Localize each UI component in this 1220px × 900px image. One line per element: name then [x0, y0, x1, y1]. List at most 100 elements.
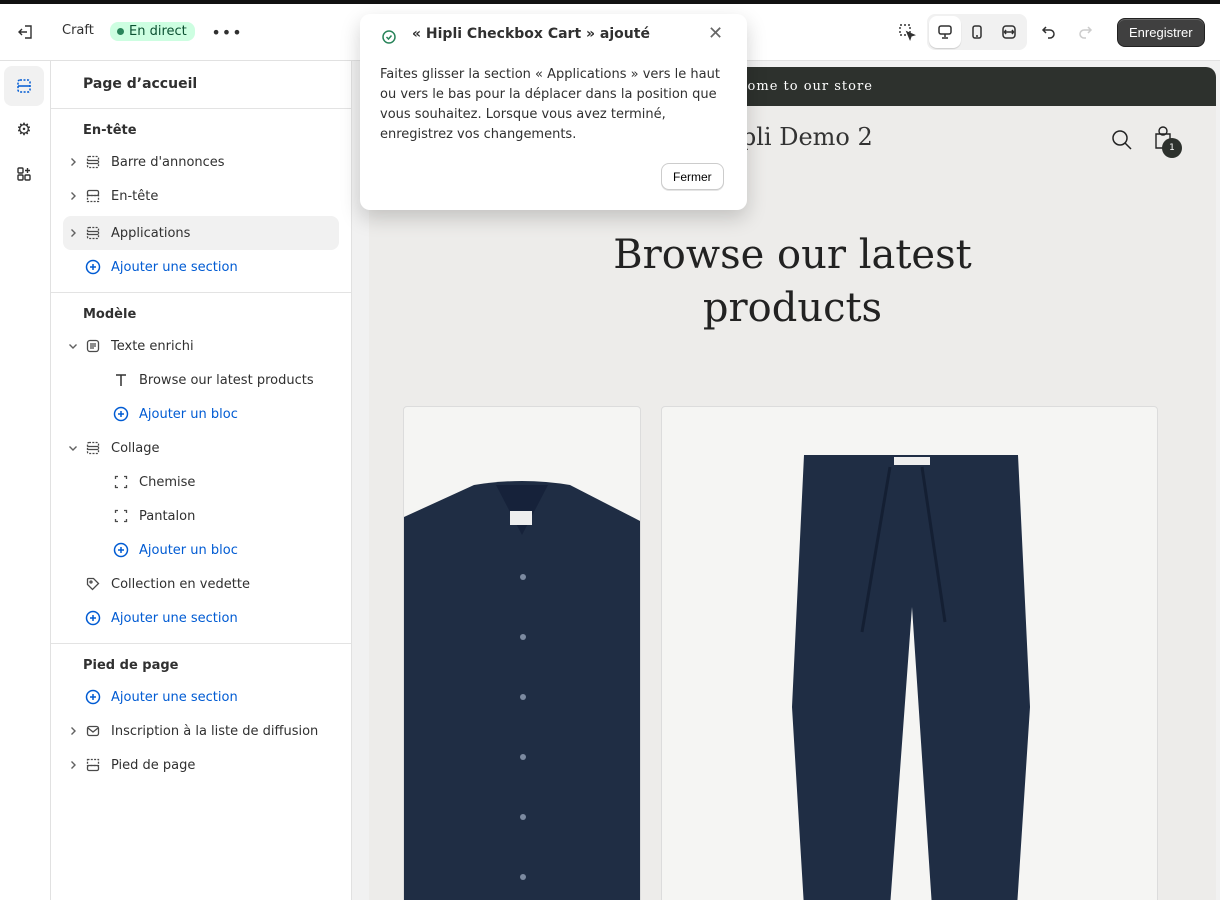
sidebar-item[interactable]: Barre d'annonces [63, 145, 339, 179]
sidebar-item[interactable]: Inscription à la liste de diffusion [63, 714, 339, 748]
redo-button[interactable] [1069, 16, 1101, 48]
toast-title: « Hipli Checkbox Cart » ajouté [412, 26, 650, 42]
chevron-down-icon[interactable] [63, 443, 83, 453]
save-button[interactable]: Enregistrer [1117, 18, 1205, 47]
group-heading: Modèle [83, 307, 137, 322]
chevron-right-icon[interactable] [63, 191, 83, 201]
group-heading: Pied de page [83, 658, 179, 673]
desktop-icon [938, 25, 952, 39]
plus-circle-icon [83, 689, 111, 705]
cart-count: 1 [1162, 138, 1182, 158]
sidebar-item-label: Barre d'annonces [111, 154, 225, 170]
toast-message: Faites glisser la section « Applications… [380, 67, 720, 142]
add-item-button[interactable]: Ajouter un bloc [63, 397, 339, 431]
section-heading[interactable]: Browse our latest products [369, 229, 1216, 335]
status-text: En direct [129, 24, 187, 39]
section-icon [83, 154, 111, 170]
sidebar-item-label: Pied de page [111, 757, 196, 773]
product-card-pants[interactable] [661, 406, 1158, 900]
fullwidth-view-button[interactable] [993, 16, 1025, 48]
divider [51, 643, 351, 644]
desktop-view-button[interactable] [929, 16, 961, 48]
divider [51, 108, 351, 109]
plus-circle-icon [83, 259, 111, 275]
rail-apps-button[interactable] [4, 154, 44, 194]
product-card-shirt[interactable] [403, 406, 641, 900]
block-icon [111, 474, 139, 490]
section-icon [83, 440, 111, 456]
check-circle-icon [382, 30, 396, 44]
exit-icon [18, 25, 32, 39]
sidebar-item[interactable]: Collection en vedette [63, 567, 339, 601]
sidebar-item[interactable]: Browse our latest products [63, 363, 339, 397]
sidebar-item-label: Ajouter une section [111, 689, 238, 705]
inspector-button[interactable] [891, 16, 923, 48]
shirt-image [404, 481, 640, 900]
sidebar-item[interactable]: Applications [63, 216, 339, 250]
sidebar-item-label: Inscription à la liste de diffusion [111, 723, 319, 739]
exit-button[interactable] [10, 16, 42, 48]
more-actions-button[interactable]: ••• [211, 16, 243, 48]
app-added-toast: « Hipli Checkbox Cart » ajouté ✕ Faites … [360, 14, 747, 210]
sidebar-item-label: Chemise [139, 474, 196, 490]
text-icon [111, 372, 139, 388]
chevron-down-icon[interactable] [63, 341, 83, 351]
section-icon [83, 225, 111, 241]
sidebar-item[interactable]: Pantalon [63, 499, 339, 533]
redo-icon [1079, 26, 1093, 39]
undo-button[interactable] [1033, 16, 1065, 48]
sidebar-item-label: Pantalon [139, 508, 196, 524]
footer-icon [83, 757, 111, 773]
expand-icon [1002, 25, 1016, 39]
select-cursor-icon [899, 24, 916, 41]
ellipsis-icon: ••• [211, 22, 243, 42]
sections-icon [17, 79, 31, 93]
sidebar-item-label: Applications [111, 225, 191, 241]
sidebar-item-label: Browse our latest products [139, 372, 314, 388]
sidebar-item-label: En-tête [111, 188, 159, 204]
chevron-right-icon[interactable] [63, 157, 83, 167]
sidebar-item[interactable]: En-tête [63, 179, 339, 213]
sidebar-item[interactable]: Collage [63, 431, 339, 465]
mobile-view-button[interactable] [961, 16, 993, 48]
group-heading: En-tête [83, 123, 137, 138]
add-item-button[interactable]: Ajouter une section [63, 601, 339, 635]
sidebar-item-label: Ajouter une section [111, 259, 238, 275]
close-toast-button[interactable]: Fermer [661, 163, 724, 190]
theme-name: Craft [62, 23, 94, 38]
status-dot [117, 28, 124, 35]
sidebar-item-label: Collage [111, 440, 160, 456]
page-title: Page d’accueil [83, 76, 198, 92]
sidebar-item[interactable]: Chemise [63, 465, 339, 499]
text-block-icon [83, 338, 111, 354]
sidebar-item-label: Texte enrichi [111, 338, 194, 354]
email-icon [83, 723, 111, 739]
close-icon[interactable]: ✕ [708, 23, 723, 44]
block-icon [111, 508, 139, 524]
tag-icon [83, 576, 111, 592]
sidebar-item-label: Ajouter un bloc [139, 542, 238, 558]
search-icon[interactable] [1111, 129, 1133, 151]
apps-icon [17, 167, 31, 181]
chevron-right-icon[interactable] [63, 726, 83, 736]
pants-image [792, 455, 1030, 900]
chevron-right-icon[interactable] [63, 760, 83, 770]
rail-sections-button[interactable] [4, 66, 44, 106]
sidebar-item-label: Ajouter un bloc [139, 406, 238, 422]
chevron-right-icon[interactable] [63, 228, 83, 238]
sections-sidebar: Page d’accueil En-tête Barre d'annonces … [51, 61, 352, 900]
header-icon [83, 188, 111, 204]
cart-button[interactable]: 1 [1153, 125, 1183, 158]
add-item-button[interactable]: Ajouter une section [63, 680, 339, 714]
sidebar-item[interactable]: Texte enrichi [63, 329, 339, 363]
undo-icon [1041, 26, 1055, 39]
gear-icon: ⚙ [16, 120, 32, 140]
sidebar-item[interactable]: Pied de page [63, 748, 339, 782]
divider [51, 292, 351, 293]
add-item-button[interactable]: Ajouter une section [63, 250, 339, 284]
add-item-button[interactable]: Ajouter un bloc [63, 533, 339, 567]
status-badge: En direct [110, 22, 195, 41]
plus-circle-icon [83, 610, 111, 626]
rail-settings-button[interactable]: ⚙ [4, 110, 44, 150]
sidebar-item-label: Collection en vedette [111, 576, 250, 592]
